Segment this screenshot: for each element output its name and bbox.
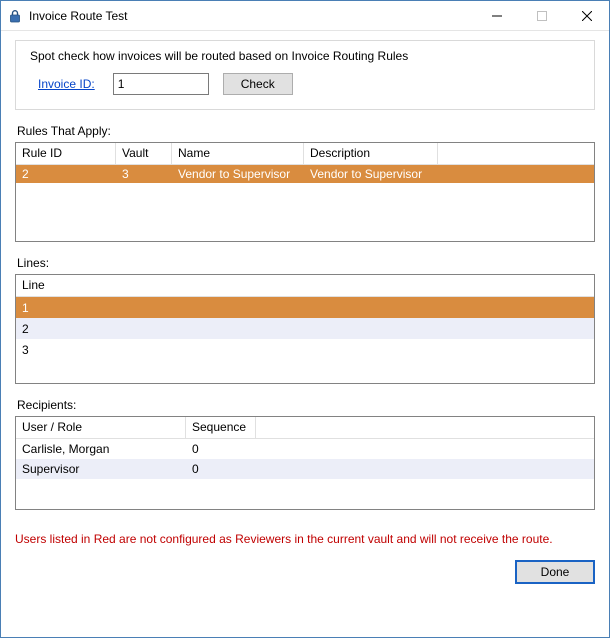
lines-cell: 3 [16,342,594,358]
rules-cell-name: Vendor to Supervisor [172,166,304,182]
recipients-header-sequence[interactable]: Sequence [186,417,256,439]
recipients-header-user[interactable]: User / Role [16,417,186,439]
lines-row[interactable]: 1 [16,297,594,318]
lines-body: 1 2 3 [16,297,594,360]
recipients-label: Recipients: [17,398,595,412]
rules-row[interactable]: 2 3 Vendor to Supervisor Vendor to Super… [16,165,594,183]
spot-check-group: Spot check how invoices will be routed b… [15,40,595,110]
maximize-button[interactable] [519,1,564,30]
lines-header-row: Line [16,275,594,297]
rules-label: Rules That Apply: [17,124,595,138]
recipients-body: Carlisle, Morgan 0 Supervisor 0 [16,439,594,479]
lines-cell: 2 [16,321,594,337]
rules-header-spacer [438,143,594,165]
rules-header-description[interactable]: Description [304,143,438,165]
invoice-id-input[interactable] [113,73,209,95]
rules-cell-vault: 3 [116,166,172,182]
group-caption: Spot check how invoices will be routed b… [30,49,582,63]
content-area: Spot check how invoices will be routed b… [1,31,609,637]
recipients-cell-sequence: 0 [186,441,256,457]
recipients-cell-user: Carlisle, Morgan [16,441,186,457]
recipients-header-spacer [256,417,594,439]
lines-listview[interactable]: Line 1 2 3 [15,274,595,384]
recipients-row[interactable]: Supervisor 0 [16,459,594,479]
lines-label: Lines: [17,256,595,270]
invoice-id-link[interactable]: Invoice ID: [38,77,95,91]
recipients-row[interactable]: Carlisle, Morgan 0 [16,439,594,459]
minimize-button[interactable] [474,1,519,30]
rules-header-ruleid[interactable]: Rule ID [16,143,116,165]
footer-warning: Users listed in Red are not configured a… [15,532,595,546]
recipients-listview[interactable]: User / Role Sequence Carlisle, Morgan 0 … [15,416,595,510]
done-button[interactable]: Done [515,560,595,584]
lines-cell: 1 [16,300,594,316]
title-bar: Invoice Route Test [1,1,609,31]
lock-icon [7,8,23,24]
rules-header-name[interactable]: Name [172,143,304,165]
window-title: Invoice Route Test [29,9,128,23]
rules-header-row: Rule ID Vault Name Description [16,143,594,165]
button-row: Done [15,560,595,584]
recipients-cell-user: Supervisor [16,461,186,477]
recipients-cell-sequence: 0 [186,461,256,477]
lines-row[interactable]: 2 [16,318,594,339]
check-button[interactable]: Check [223,73,293,95]
lines-header-line[interactable]: Line [16,275,594,297]
rules-header-vault[interactable]: Vault [116,143,172,165]
rules-cell-ruleid: 2 [16,166,116,182]
close-button[interactable] [564,1,609,30]
rules-body: 2 3 Vendor to Supervisor Vendor to Super… [16,165,594,183]
recipients-header-row: User / Role Sequence [16,417,594,439]
rules-listview[interactable]: Rule ID Vault Name Description 2 3 Vendo… [15,142,595,242]
window-root: Invoice Route Test Spot check how invoic… [0,0,610,638]
rules-cell-description: Vendor to Supervisor [304,166,438,182]
lines-row[interactable]: 3 [16,339,594,360]
